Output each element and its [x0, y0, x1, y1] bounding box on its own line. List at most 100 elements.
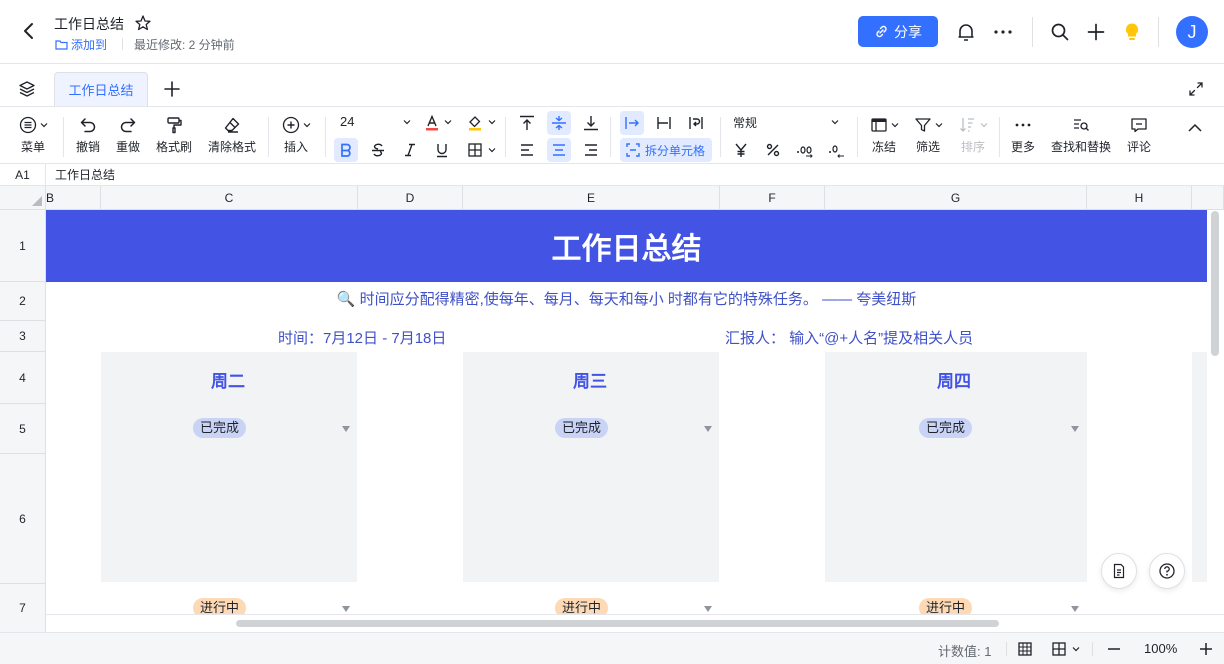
zoom-in-icon[interactable]	[1199, 642, 1213, 656]
insert-button[interactable]: 插入	[281, 115, 311, 155]
align-top-button[interactable]	[515, 111, 539, 135]
sort-button[interactable]: 排序	[958, 115, 988, 155]
row-header-7[interactable]: 7	[0, 584, 46, 632]
clear-format-button[interactable]: 清除格式	[208, 115, 256, 155]
redo-button[interactable]: 重做	[116, 115, 140, 155]
borders-button[interactable]	[463, 138, 487, 162]
align-right-button[interactable]	[579, 138, 603, 162]
document-fab[interactable]	[1101, 553, 1137, 589]
filter-button[interactable]: 筛选	[913, 115, 943, 155]
freeze-button[interactable]: 冻结	[869, 115, 899, 155]
italic-button[interactable]	[398, 138, 422, 162]
grid-view-icon[interactable]	[1017, 641, 1033, 657]
format-painter-button[interactable]: 格式刷	[156, 115, 192, 155]
font-color-button[interactable]	[420, 111, 444, 135]
dropdown-arrow[interactable]	[1071, 426, 1079, 432]
plus-icon[interactable]	[1085, 21, 1107, 43]
status-pill-done[interactable]: 已完成	[193, 418, 247, 438]
help-fab[interactable]	[1149, 553, 1185, 589]
select-all-corner[interactable]	[0, 186, 46, 210]
find-replace-button[interactable]: 查找和替换	[1051, 115, 1111, 155]
chevron-down-icon[interactable]	[403, 118, 411, 126]
align-middle-button[interactable]	[547, 111, 571, 135]
row-header-2[interactable]: 2	[0, 282, 46, 321]
expand-icon[interactable]	[1188, 81, 1204, 97]
column-header-g[interactable]: G	[825, 186, 1087, 210]
text-overflow-button[interactable]	[620, 111, 644, 135]
currency-button[interactable]	[729, 138, 753, 162]
chevron-down-icon[interactable]	[488, 118, 496, 126]
column-header-f[interactable]: F	[720, 186, 825, 210]
row-header-1[interactable]: 1	[0, 210, 46, 282]
row-header-4[interactable]: 4	[0, 352, 46, 404]
column-header-h[interactable]: H	[1087, 186, 1192, 210]
layers-icon[interactable]	[18, 80, 36, 98]
menu-button[interactable]: 菜单	[18, 115, 48, 155]
bold-button[interactable]	[334, 138, 358, 162]
increase-decimal-button[interactable]	[793, 138, 817, 162]
number-format-select[interactable]: 常规	[733, 114, 757, 131]
status-pill-done[interactable]: 已完成	[555, 418, 609, 438]
chevron-down-icon	[40, 123, 48, 128]
align-center-button[interactable]	[547, 138, 571, 162]
dropdown-arrow[interactable]	[704, 426, 712, 432]
layout-view-icon[interactable]	[1051, 641, 1067, 657]
fill-color-button[interactable]	[463, 111, 487, 135]
zoom-out-icon[interactable]	[1107, 642, 1121, 656]
column-header-d[interactable]: D	[358, 186, 463, 210]
quote-text[interactable]: 🔍 时间应分配得精密,使每年、每月、每天和每小 时都有它的特殊任务。 —— 夸美…	[46, 288, 1207, 309]
chevron-down-icon[interactable]	[444, 118, 452, 126]
avatar[interactable]: J	[1176, 16, 1208, 48]
align-left-button[interactable]	[515, 138, 539, 162]
column-header-e[interactable]: E	[463, 186, 720, 210]
dropdown-arrow[interactable]	[342, 426, 350, 432]
text-wrap-button[interactable]	[684, 111, 708, 135]
align-bottom-button[interactable]	[579, 111, 603, 135]
star-icon[interactable]	[134, 14, 152, 32]
more-horizontal-icon[interactable]	[992, 21, 1014, 43]
add-sheet-icon[interactable]	[163, 80, 181, 98]
chevron-down-icon[interactable]	[1072, 645, 1080, 653]
comment-button[interactable]: 评论	[1127, 115, 1151, 155]
chevron-down-icon[interactable]	[831, 118, 839, 126]
zoom-level[interactable]: 100%	[1144, 641, 1177, 656]
formula-input[interactable]: 工作日总结	[55, 164, 115, 186]
row-header-3[interactable]: 3	[0, 321, 46, 352]
more-button[interactable]: 更多	[1011, 115, 1035, 155]
document-title[interactable]: 工作日总结	[54, 14, 124, 34]
share-button[interactable]: 分享	[858, 16, 938, 47]
bell-icon[interactable]	[955, 21, 977, 43]
split-cells-button[interactable]: 拆分单元格	[620, 138, 712, 162]
vertical-scrollbar[interactable]	[1211, 211, 1219, 356]
tab-work-summary[interactable]: 工作日总结	[54, 72, 148, 106]
split-cells-icon	[626, 143, 640, 157]
strikethrough-button[interactable]	[366, 138, 390, 162]
collapse-toolbar-icon[interactable]	[1186, 119, 1204, 137]
time-range[interactable]: 时间：7月12日 - 7月18日	[278, 327, 446, 348]
banner-title[interactable]: 工作日总结	[46, 210, 1207, 282]
decrease-decimal-button[interactable]	[825, 138, 849, 162]
dropdown-arrow[interactable]	[704, 606, 712, 612]
cell-reference[interactable]: A1	[0, 164, 46, 186]
undo-button[interactable]: 撤销	[76, 115, 100, 155]
text-clip-button[interactable]	[652, 111, 676, 135]
font-size-select[interactable]: 24	[340, 114, 354, 129]
add-to-button[interactable]: 添加到	[55, 36, 107, 53]
back-arrow-icon[interactable]	[18, 20, 40, 42]
dropdown-arrow[interactable]	[1071, 606, 1079, 612]
divider	[999, 117, 1000, 157]
underline-button[interactable]	[430, 138, 454, 162]
paint-bucket-icon	[469, 116, 481, 131]
column-header-c[interactable]: C	[101, 186, 358, 210]
row-header-5[interactable]: 5	[0, 404, 46, 454]
search-icon[interactable]	[1049, 21, 1071, 43]
status-pill-done[interactable]: 已完成	[919, 418, 973, 438]
column-header-b[interactable]: B	[46, 186, 101, 210]
chevron-down-icon[interactable]	[488, 146, 496, 154]
horizontal-scrollbar[interactable]	[236, 620, 999, 627]
row-header-6[interactable]: 6	[0, 454, 46, 584]
dropdown-arrow[interactable]	[342, 606, 350, 612]
reporter-field[interactable]: 汇报人： 输入“@+人名”提及相关人员	[725, 327, 973, 348]
percent-button[interactable]	[761, 138, 785, 162]
lightbulb-icon[interactable]	[1121, 21, 1143, 43]
